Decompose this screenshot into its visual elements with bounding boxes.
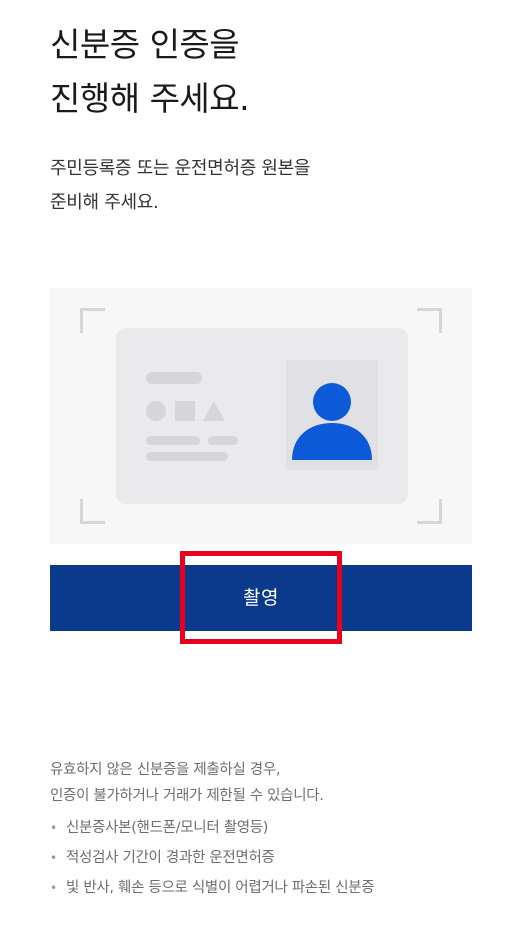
id-card-illustration — [50, 288, 472, 544]
frame-corner-bottom-left — [80, 499, 105, 524]
bullet-icon: • — [50, 851, 57, 865]
frame-corner-top-left — [80, 308, 105, 333]
page-title-line-2: 진행해 주세요. — [50, 79, 250, 118]
notice-intro-line-1: 유효하지 않은 신분증을 제출하실 경우, — [50, 762, 281, 778]
card-text-placeholder — [146, 452, 228, 461]
frame-corner-bottom-right — [417, 499, 442, 524]
list-item: • 신분증사본(핸드폰/모니터 촬영등) — [50, 813, 490, 843]
page-subtitle-line-2: 준비해 주세요. — [50, 192, 159, 213]
notice-list: • 신분증사본(핸드폰/모니터 촬영등) • 적성검사 기간이 경과한 운전면허… — [50, 813, 490, 903]
capture-button[interactable]: 촬영 — [50, 565, 472, 631]
card-text-placeholder — [208, 436, 238, 445]
bullet-icon: • — [50, 821, 57, 835]
page-subtitle-line-1: 주민등록증 또는 운전면허증 원본을 — [50, 158, 311, 179]
card-text-placeholder — [146, 372, 202, 384]
notice-item-text: 신분증사본(핸드폰/모니터 촬영등) — [66, 820, 269, 836]
id-card-graphic — [116, 328, 408, 504]
page-subtitle: 주민등록증 또는 운전면허증 원본을 준비해 주세요. — [50, 152, 310, 220]
card-shapes-icon — [146, 401, 225, 421]
notice-section: 유효하지 않은 신분증을 제출하실 경우, 인증이 불가하거나 거래가 제한될 … — [50, 757, 490, 903]
card-photo-area — [286, 360, 378, 470]
bullet-icon: • — [50, 881, 57, 895]
notice-item-text: 적성검사 기간이 경과한 운전면허증 — [66, 850, 275, 866]
list-item: • 빛 반사, 훼손 등으로 식별이 어렵거나 파손된 신분증 — [50, 873, 490, 903]
page-title-line-1: 신분증 인증을 — [50, 25, 240, 64]
page-title: 신분증 인증을 진행해 주세요. — [50, 18, 250, 126]
card-text-placeholder — [146, 436, 200, 445]
person-silhouette-icon — [292, 383, 372, 460]
list-item: • 적성검사 기간이 경과한 운전면허증 — [50, 843, 490, 873]
frame-corner-top-right — [417, 308, 442, 333]
notice-intro: 유효하지 않은 신분증을 제출하실 경우, 인증이 불가하거나 거래가 제한될 … — [50, 757, 490, 809]
notice-item-text: 빛 반사, 훼손 등으로 식별이 어렵거나 파손된 신분증 — [66, 880, 375, 896]
notice-intro-line-2: 인증이 불가하거나 거래가 제한될 수 있습니다. — [50, 788, 324, 804]
